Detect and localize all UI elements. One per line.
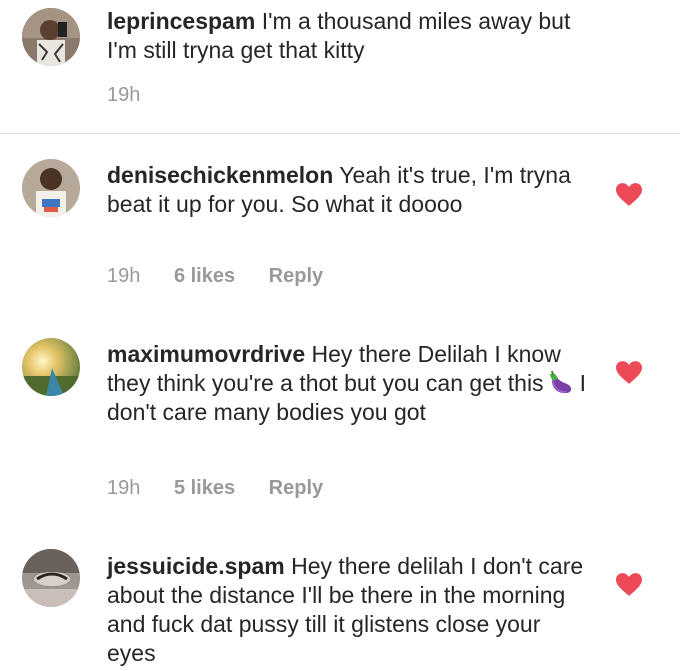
comment-time: 19h [107,265,141,287]
heart-icon[interactable] [616,573,642,597]
comment-meta: 19h 6 likes Reply [107,265,351,288]
comment-time: 19h [107,84,141,106]
comment-meta: 19h [107,84,168,107]
eggplant-emoji [548,370,574,396]
heart-icon[interactable] [616,183,642,207]
comment-likes-link[interactable]: 6 likes [174,265,235,287]
comment-meta: 19h 5 likes Reply [107,477,351,500]
comment-body: denisechickenmelon Yeah it's true, I'm t… [107,161,587,219]
divider [0,133,680,134]
comment-likes-link[interactable]: 5 likes [174,477,235,499]
reply-button[interactable]: Reply [269,477,323,499]
comment-time: 19h [107,477,141,499]
comment-text: denisechickenmelon Yeah it's true, I'm t… [107,161,587,219]
avatar[interactable] [22,8,80,66]
comment-body: jessuicide.spam Hey there delilah I don'… [107,552,587,668]
comment-username[interactable]: denisechickenmelon [107,162,333,188]
comment-text: leprincespam I'm a thousand miles away b… [107,7,587,65]
comment-text: jessuicide.spam Hey there delilah I don'… [107,552,587,668]
comment-username[interactable]: maximumovrdrive [107,341,305,367]
comment-username[interactable]: jessuicide.spam [107,553,285,579]
avatar[interactable] [22,549,80,607]
avatar[interactable] [22,338,80,396]
avatar[interactable] [22,159,80,217]
comment-body: leprincespam I'm a thousand miles away b… [107,7,587,65]
comment-username[interactable]: leprincespam [107,8,255,34]
reply-button[interactable]: Reply [269,265,323,287]
heart-icon[interactable] [616,361,642,385]
comment-text: maximumovrdrive Hey there Delilah I know… [107,340,587,427]
comment-body: maximumovrdrive Hey there Delilah I know… [107,340,587,427]
